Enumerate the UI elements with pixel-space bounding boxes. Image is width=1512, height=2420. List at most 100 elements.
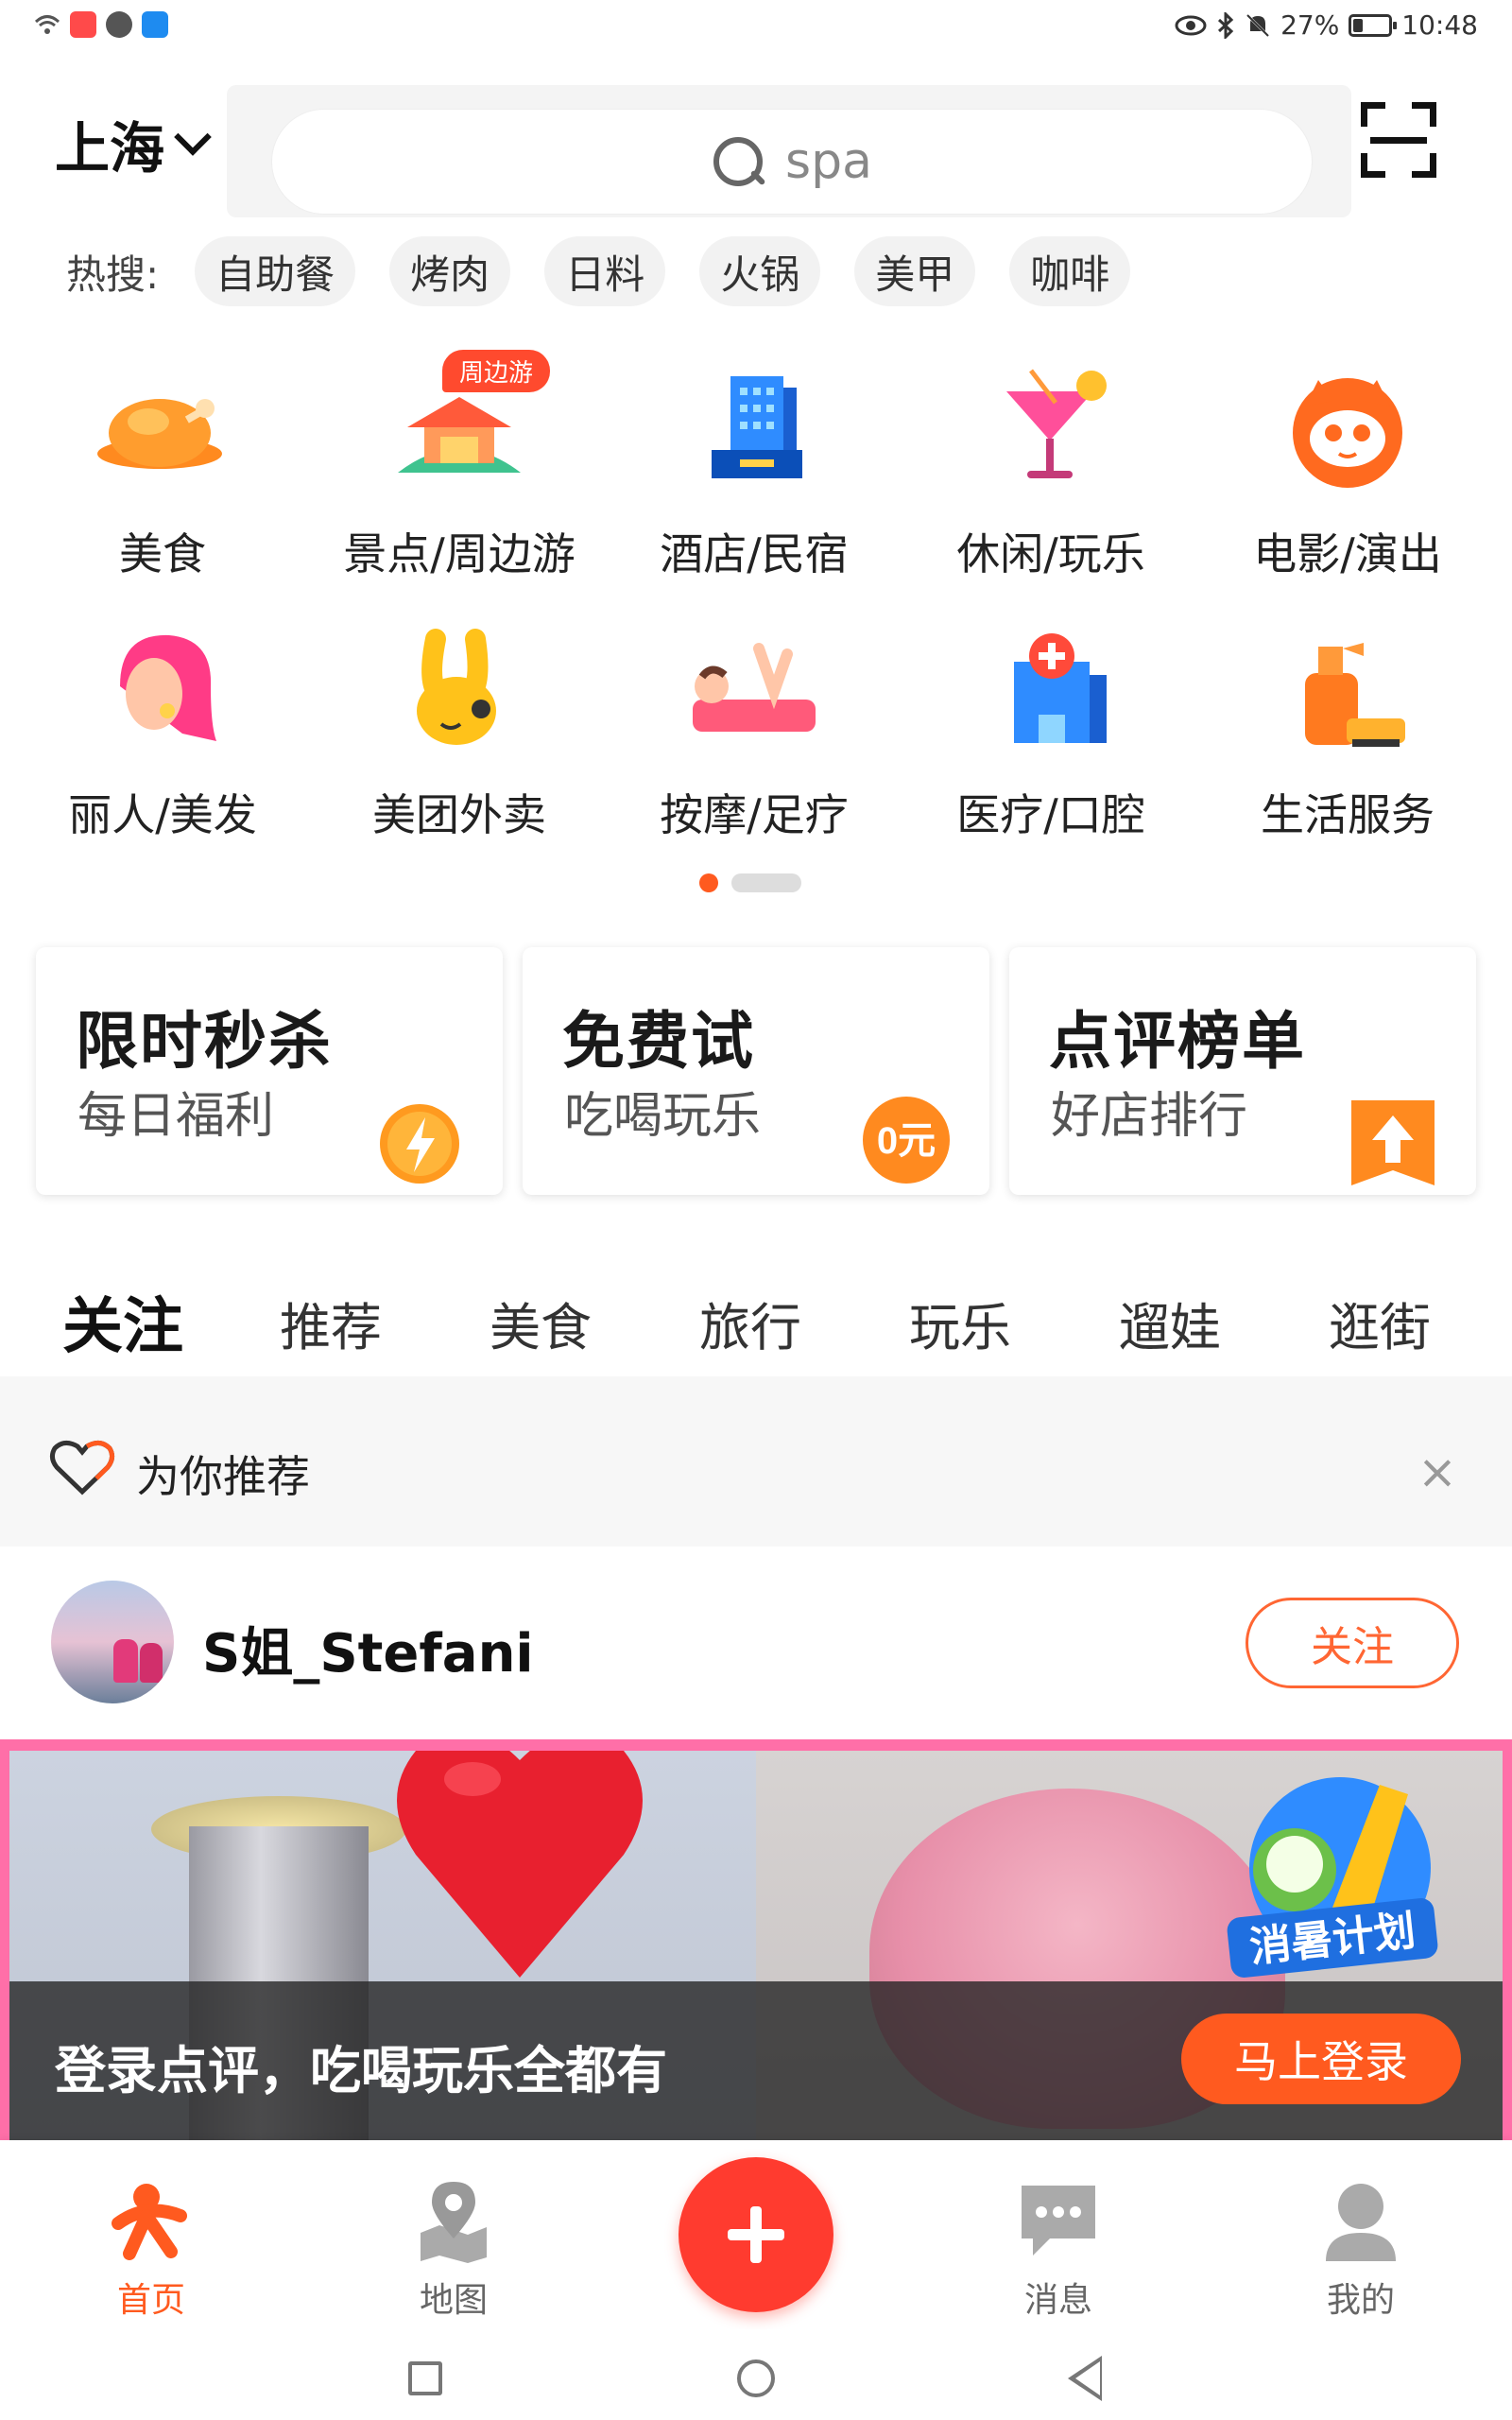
mail-app-icon xyxy=(70,11,96,38)
category-label: 电影/演出 xyxy=(1253,528,1442,579)
tab-food[interactable]: 美食 xyxy=(490,1286,592,1360)
category-movie[interactable]: 电影/演出 xyxy=(1206,359,1489,582)
recommend-header: 为你推荐 × xyxy=(0,1390,1512,1541)
bluetooth-icon xyxy=(1218,11,1234,39)
publish-plus-button[interactable] xyxy=(679,2157,833,2312)
eye-icon xyxy=(1175,15,1207,35)
camera-app-icon xyxy=(106,11,132,38)
nav-messages[interactable]: 消息 xyxy=(964,2178,1153,2322)
tab-fun[interactable]: 玩乐 xyxy=(909,1286,1011,1360)
search-input[interactable]: spa xyxy=(272,110,1312,214)
tab-label: 推荐 xyxy=(280,1298,382,1357)
share-app-icon xyxy=(142,11,168,38)
cat-mascot-icon xyxy=(1293,378,1402,488)
category-label: 生活服务 xyxy=(1261,789,1435,840)
hot-chip[interactable]: 美甲 xyxy=(854,236,976,306)
hot-chip[interactable]: 咖啡 xyxy=(1009,236,1131,306)
category-label: 景点/周边游 xyxy=(343,528,576,579)
hospital-icon xyxy=(1014,633,1107,743)
heart-icon xyxy=(49,1441,115,1495)
woman-hair-icon xyxy=(120,634,216,741)
status-bar: 27% 10:48 xyxy=(0,0,1512,57)
city-selector[interactable]: 上海 xyxy=(55,104,212,183)
tab-label: 旅行 xyxy=(699,1298,801,1357)
ranking-card[interactable]: 点评榜单 好店排行 xyxy=(1009,947,1476,1195)
avatar[interactable] xyxy=(51,1581,174,1703)
bottom-nav: 首页 地图 消息 我的 xyxy=(0,2140,1512,2329)
wifi-icon xyxy=(34,15,60,34)
heart-balloon-image xyxy=(397,1751,643,1978)
card-title: 免费试 xyxy=(562,1005,755,1078)
login-banner: 登录点评，吃喝玩乐全都有 马上登录 xyxy=(9,1981,1503,2140)
category-label: 美团外卖 xyxy=(372,789,546,840)
category-hotel[interactable]: 酒店/民宿 xyxy=(612,359,896,582)
follow-button[interactable]: 关注 xyxy=(1246,1598,1459,1688)
hot-chip[interactable]: 日料 xyxy=(544,236,666,306)
kangaroo-icon xyxy=(417,629,496,745)
nav-label: 首页 xyxy=(116,2281,185,2320)
search-icon xyxy=(712,135,765,188)
clock: 10:48 xyxy=(1401,9,1478,41)
zero-yuan-icon: 0元 xyxy=(863,1097,950,1184)
category-massage[interactable]: 按摩/足疗 xyxy=(612,620,896,843)
scan-icon[interactable] xyxy=(1361,102,1436,178)
user-name[interactable]: S姐_Stefani xyxy=(202,1611,534,1687)
hot-chip[interactable]: 自助餐 xyxy=(195,236,356,306)
home-circle-icon[interactable] xyxy=(737,2360,775,2397)
tab-kids[interactable]: 遛娃 xyxy=(1119,1286,1221,1360)
zero-yuan-text: 0元 xyxy=(877,1120,936,1162)
nav-label: 消息 xyxy=(1023,2281,1092,2320)
user-profile-icon xyxy=(1326,2184,1396,2261)
search-area: spa xyxy=(227,85,1351,217)
tab-travel[interactable]: 旅行 xyxy=(699,1286,801,1360)
category-delivery[interactable]: 美团外卖 xyxy=(318,620,601,843)
category-label: 休闲/玩乐 xyxy=(956,528,1145,579)
hot-chip[interactable]: 烤肉 xyxy=(389,236,511,306)
roast-chicken-icon xyxy=(97,399,222,469)
hotel-building-icon xyxy=(712,376,802,478)
category-attractions[interactable]: 景点/周边游 xyxy=(318,359,601,582)
app-screen: 27% 10:48 上海 spa 热搜: 自助餐 烤肉 日料 火锅 美甲 咖啡 xyxy=(0,0,1512,2420)
flash-sale-card[interactable]: 限时秒杀 每日福利 xyxy=(36,947,503,1195)
hot-search-bar: 热搜: 自助餐 烤肉 日料 火锅 美甲 咖啡 xyxy=(66,236,1164,306)
category-life-service[interactable]: 生活服务 xyxy=(1206,620,1489,843)
promo-cards: 限时秒杀 每日福利 免费试 吃喝玩乐 0元 点评榜单 好店排行 xyxy=(36,947,1476,1195)
summer-plan-sticker: 消暑计划 xyxy=(1227,1777,1438,1978)
home-mascot-icon xyxy=(112,2184,187,2260)
nav-profile[interactable]: 我的 xyxy=(1266,2178,1455,2322)
category-food[interactable]: 美食 xyxy=(21,359,304,582)
recommend-title: 为你推荐 xyxy=(136,1451,310,1502)
category-label: 医疗/口腔 xyxy=(956,789,1145,840)
free-trial-card[interactable]: 免费试 吃喝玩乐 0元 xyxy=(523,947,989,1195)
tab-label: 遛娃 xyxy=(1119,1298,1221,1357)
nearby-tour-tag: 周边游 xyxy=(442,350,551,392)
nav-map[interactable]: 地图 xyxy=(359,2178,548,2322)
tab-label: 逛街 xyxy=(1329,1298,1431,1357)
top-header: 上海 spa xyxy=(0,57,1512,217)
category-label: 美食 xyxy=(119,528,206,579)
nav-home[interactable]: 首页 xyxy=(57,2178,246,2322)
tab-shopping[interactable]: 逛街 xyxy=(1329,1286,1431,1360)
card-subtitle: 好店排行 xyxy=(1051,1088,1248,1145)
hot-search-label: 热搜: xyxy=(66,251,160,298)
login-prompt: 登录点评，吃喝玩乐全都有 xyxy=(55,2041,667,2100)
search-placeholder: spa xyxy=(785,133,872,190)
category-beauty[interactable]: 丽人/美发 xyxy=(21,620,304,843)
mute-bell-icon xyxy=(1246,13,1270,37)
recent-apps-icon[interactable] xyxy=(408,2361,442,2395)
category-medical[interactable]: 医疗/口腔 xyxy=(909,620,1193,843)
system-nav-bar xyxy=(0,2329,1512,2420)
category-leisure[interactable]: 休闲/玩乐 xyxy=(909,359,1193,582)
close-icon[interactable]: × xyxy=(1418,1444,1457,1499)
chevron-down-icon xyxy=(174,118,212,156)
cocktail-icon xyxy=(1006,369,1107,478)
nav-label: 我的 xyxy=(1326,2281,1395,2320)
city-name: 上海 xyxy=(55,116,165,181)
hot-chip[interactable]: 火锅 xyxy=(699,236,821,306)
up-arrow-flag-icon xyxy=(1351,1100,1435,1185)
login-button[interactable]: 马上登录 xyxy=(1181,2014,1461,2104)
tab-recommend[interactable]: 推荐 xyxy=(280,1286,382,1360)
tab-follow[interactable]: 关注 xyxy=(62,1278,183,1369)
massage-icon xyxy=(693,643,816,732)
back-icon[interactable] xyxy=(1068,2356,1102,2401)
